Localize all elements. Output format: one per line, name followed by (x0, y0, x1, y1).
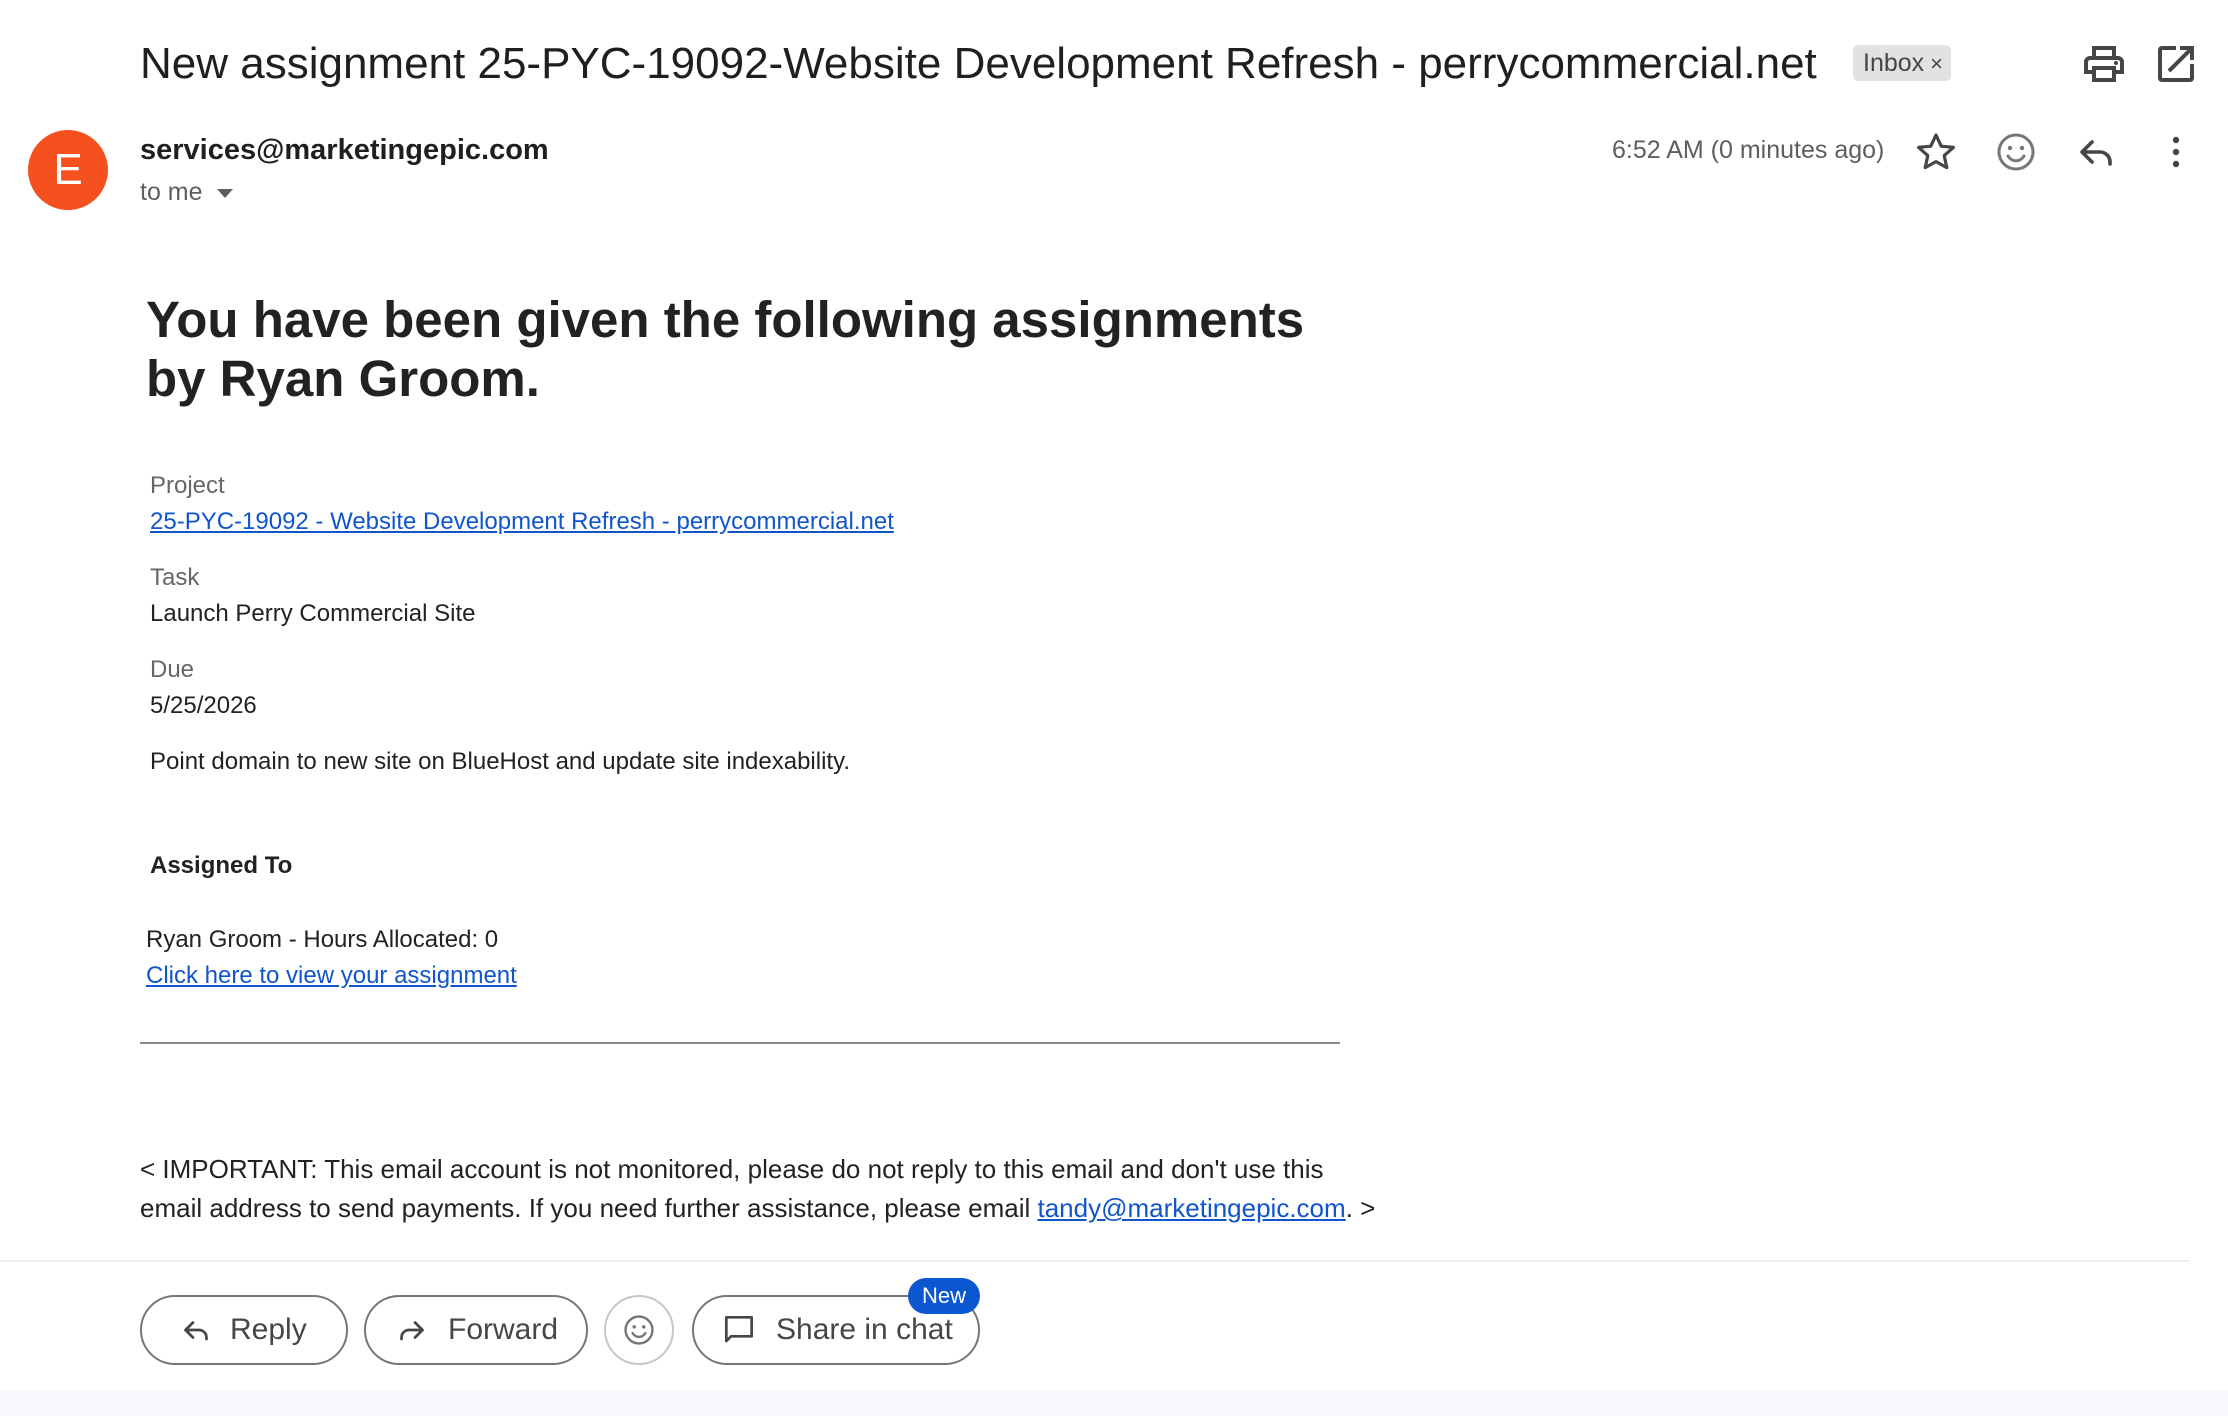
view-assignment-link[interactable]: Click here to view your assignment (146, 962, 517, 990)
support-email-link[interactable]: tandy@marketingepic.com (1037, 1193, 1345, 1223)
sender-email: services@marketingepic.com (140, 134, 549, 166)
reply-button[interactable]: Reply (140, 1295, 348, 1365)
important-notice: < IMPORTANT: This email account is not m… (140, 1150, 1380, 1228)
task-value: Launch Perry Commercial Site (150, 600, 476, 627)
sender-avatar: E (28, 130, 108, 210)
print-icon[interactable] (2080, 40, 2128, 88)
reply-button-label: Reply (230, 1313, 307, 1346)
email-subject: New assignment 25-PYC-19092-Website Deve… (140, 39, 1817, 88)
reply-icon[interactable] (2072, 128, 2120, 176)
action-bar-separator (0, 1260, 2190, 1262)
forward-button[interactable]: Forward (364, 1295, 588, 1365)
add-reaction-icon[interactable] (1992, 128, 2040, 176)
assignment-headline: You have been given the following assign… (146, 291, 1305, 407)
label-text: Inbox (1863, 49, 1925, 77)
emoji-icon (624, 1315, 654, 1345)
task-description: Point domain to new site on BlueHost and… (150, 748, 850, 775)
due-value: 5/25/2026 (150, 692, 257, 719)
emoji-reaction-button[interactable] (604, 1295, 674, 1365)
assignee-text: Ryan Groom - Hours Allocated: 0 (146, 926, 499, 953)
subject-row: New assignment 25-PYC-19092-Website Deve… (140, 32, 2228, 96)
reply-icon (184, 1321, 208, 1341)
chat-icon (724, 1315, 754, 1343)
recipient-dropdown[interactable]: to me (140, 178, 233, 207)
project-link[interactable]: 25-PYC-19092 - Website Development Refre… (150, 508, 894, 536)
email-timestamp: 6:52 AM (0 minutes ago) (1612, 136, 1885, 164)
remove-label-icon[interactable]: × (1930, 51, 1943, 76)
forward-icon (400, 1321, 424, 1341)
project-label: Project (150, 472, 225, 499)
email-view: New assignment 25-PYC-19092-Website Deve… (0, 0, 2228, 1390)
share-in-chat-label: Share in chat (776, 1313, 953, 1346)
notice-end: . > (1345, 1193, 1376, 1223)
forward-button-label: Forward (448, 1313, 559, 1346)
new-badge: New (908, 1278, 981, 1314)
chevron-down-icon (216, 188, 233, 198)
recipient-text: to me (140, 178, 203, 206)
star-icon[interactable] (1912, 128, 1960, 176)
divider (140, 1042, 1340, 1044)
more-vert-icon[interactable] (2152, 128, 2200, 176)
inbox-label-chip[interactable]: Inbox × (1853, 45, 1952, 81)
task-label: Task (150, 564, 200, 591)
assigned-to-label: Assigned To (150, 852, 293, 879)
due-label: Due (150, 656, 195, 683)
open-in-new-window-icon[interactable] (2152, 40, 2200, 88)
